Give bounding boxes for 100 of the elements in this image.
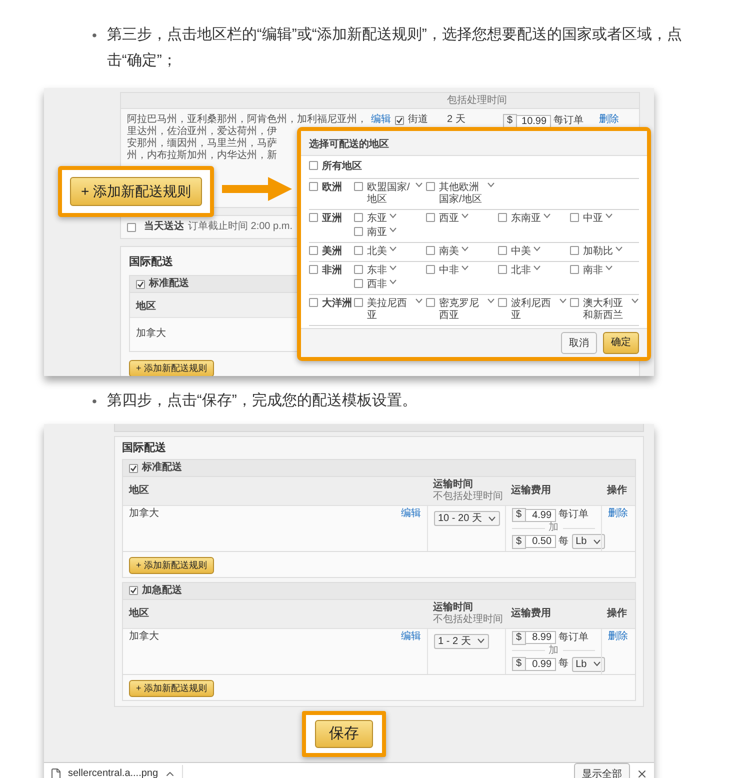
- checkbox[interactable]: [354, 213, 363, 222]
- caret-icon: [488, 516, 496, 522]
- checkbox[interactable]: [354, 265, 363, 274]
- region-option[interactable]: 中非: [439, 265, 459, 277]
- time-select[interactable]: 1 - 2 天: [434, 634, 489, 649]
- checkbox[interactable]: [498, 265, 507, 274]
- price-field[interactable]: 8.99: [526, 631, 556, 644]
- add-rule-button[interactable]: + 添加新配送规则: [129, 360, 214, 376]
- continent-option[interactable]: 亚洲: [322, 213, 342, 225]
- file-name[interactable]: sellercentral.a....png: [68, 768, 158, 778]
- save-button[interactable]: 保存: [315, 720, 373, 748]
- group-label: 标准配送: [149, 278, 189, 290]
- region-option[interactable]: 东非: [367, 265, 387, 277]
- region-name: 加拿大: [136, 328, 166, 339]
- region-option[interactable]: 加勒比: [583, 246, 613, 258]
- unit-label: 每订单: [558, 509, 589, 521]
- unit-select[interactable]: Lb: [572, 656, 605, 672]
- checkbox[interactable]: [354, 182, 363, 191]
- price-field[interactable]: 10.99: [516, 114, 551, 128]
- checkbox[interactable]: [354, 279, 363, 288]
- price-field[interactable]: 0.99: [526, 658, 556, 671]
- region-option[interactable]: 西非: [367, 279, 387, 291]
- checkbox[interactable]: [127, 222, 136, 232]
- region-option[interactable]: 美拉尼西亚: [367, 298, 413, 322]
- add-rule-button[interactable]: + 添加新配送规则: [129, 680, 214, 697]
- checkbox[interactable]: [570, 246, 579, 255]
- confirm-button[interactable]: 确定: [603, 332, 639, 354]
- continent-option[interactable]: 欧洲: [322, 182, 342, 194]
- checkbox[interactable]: [309, 161, 318, 170]
- checkbox[interactable]: [426, 298, 435, 307]
- checkbox[interactable]: [426, 213, 435, 222]
- region-option[interactable]: 波利尼西亚: [511, 298, 557, 322]
- checkbox[interactable]: [354, 227, 363, 236]
- chevron-down-icon: [487, 298, 495, 304]
- region-option[interactable]: 其他欧洲国家/地区: [439, 182, 485, 206]
- delete-link[interactable]: 删除: [608, 508, 629, 520]
- checkbox[interactable]: [395, 116, 404, 124]
- checkbox[interactable]: [570, 298, 579, 307]
- checkbox[interactable]: [309, 182, 318, 191]
- region-option[interactable]: 北非: [511, 265, 531, 277]
- continent-option[interactable]: 非洲: [322, 265, 342, 277]
- region-option[interactable]: 北美: [367, 246, 387, 258]
- checkbox[interactable]: [426, 246, 435, 255]
- region-option[interactable]: 西亚: [439, 213, 459, 225]
- bullet: •: [92, 26, 97, 45]
- region-option[interactable]: 密克罗尼西亚: [439, 298, 485, 322]
- region-option[interactable]: 澳大利亚和新西兰: [583, 298, 629, 322]
- region-option[interactable]: 欧盟国家/地区: [367, 182, 413, 206]
- edit-link[interactable]: 编辑: [401, 630, 421, 643]
- region-option[interactable]: 南美: [439, 246, 459, 258]
- chevron-down-icon: [389, 246, 397, 252]
- checkbox[interactable]: [354, 246, 363, 255]
- region-option[interactable]: 所有地区: [322, 161, 362, 173]
- delete-link[interactable]: 删除: [599, 114, 625, 126]
- region-option[interactable]: 东亚: [367, 213, 387, 225]
- checkbox[interactable]: [426, 182, 435, 191]
- region-option[interactable]: 东南亚: [511, 213, 541, 225]
- checkbox[interactable]: [309, 265, 318, 274]
- unit-label: 每订单: [558, 632, 589, 644]
- price-field[interactable]: 0.50: [526, 535, 556, 548]
- region-option[interactable]: 南非: [583, 265, 603, 277]
- checkbox[interactable]: [309, 213, 318, 222]
- group-label: 加急配送: [142, 584, 182, 597]
- checkbox[interactable]: [570, 265, 579, 274]
- section-title: 国际配送: [122, 441, 166, 455]
- checkbox[interactable]: [354, 298, 363, 307]
- region-option[interactable]: 南亚: [367, 227, 387, 239]
- close-icon[interactable]: [636, 768, 648, 778]
- show-all-button[interactable]: 显示全部: [574, 763, 630, 778]
- delete-link[interactable]: 删除: [608, 630, 629, 643]
- checkbox[interactable]: [129, 586, 138, 596]
- checkbox[interactable]: [136, 280, 145, 288]
- edit-link[interactable]: 编辑: [371, 114, 395, 126]
- add-rule-button[interactable]: + 添加新配送规则: [129, 557, 214, 574]
- step-text: 第三步，点击地区栏的“编辑”或“添加新配送规则”，选择您想要配送的国家或者区域，点击“确定”；: [106, 25, 683, 71]
- column-header: 地区: [129, 485, 150, 497]
- checkbox[interactable]: [498, 246, 507, 255]
- checkbox[interactable]: [570, 213, 579, 222]
- checkbox[interactable]: [309, 246, 318, 255]
- time-select[interactable]: 10 - 20 天: [434, 511, 500, 526]
- region-list-line: 阿拉巴马州，亚利桑那州，阿肯色州，加利福尼亚州，: [127, 114, 367, 125]
- unit-select[interactable]: Lb: [572, 534, 605, 549]
- chevron-down-icon: [461, 265, 469, 271]
- continent-option[interactable]: 美洲: [322, 246, 342, 258]
- cancel-button[interactable]: 取消: [561, 332, 597, 354]
- checkbox[interactable]: [498, 298, 507, 307]
- checkbox[interactable]: [498, 213, 507, 222]
- checkbox[interactable]: [129, 464, 138, 472]
- file-icon: [50, 768, 62, 778]
- region-option[interactable]: 中美: [511, 246, 531, 258]
- add-rule-button[interactable]: + 添加新配送规则: [70, 177, 202, 206]
- price-field[interactable]: 4.99: [526, 508, 556, 522]
- checkbox[interactable]: [309, 298, 318, 307]
- continent-option[interactable]: 大洋洲: [322, 298, 352, 310]
- group-label: 标准配送: [142, 462, 182, 474]
- edit-link[interactable]: 编辑: [401, 508, 421, 520]
- chevron-down-icon: [533, 246, 541, 252]
- checkbox[interactable]: [426, 265, 435, 274]
- region-option[interactable]: 中亚: [583, 213, 603, 225]
- chevron-down-icon: [533, 265, 541, 271]
